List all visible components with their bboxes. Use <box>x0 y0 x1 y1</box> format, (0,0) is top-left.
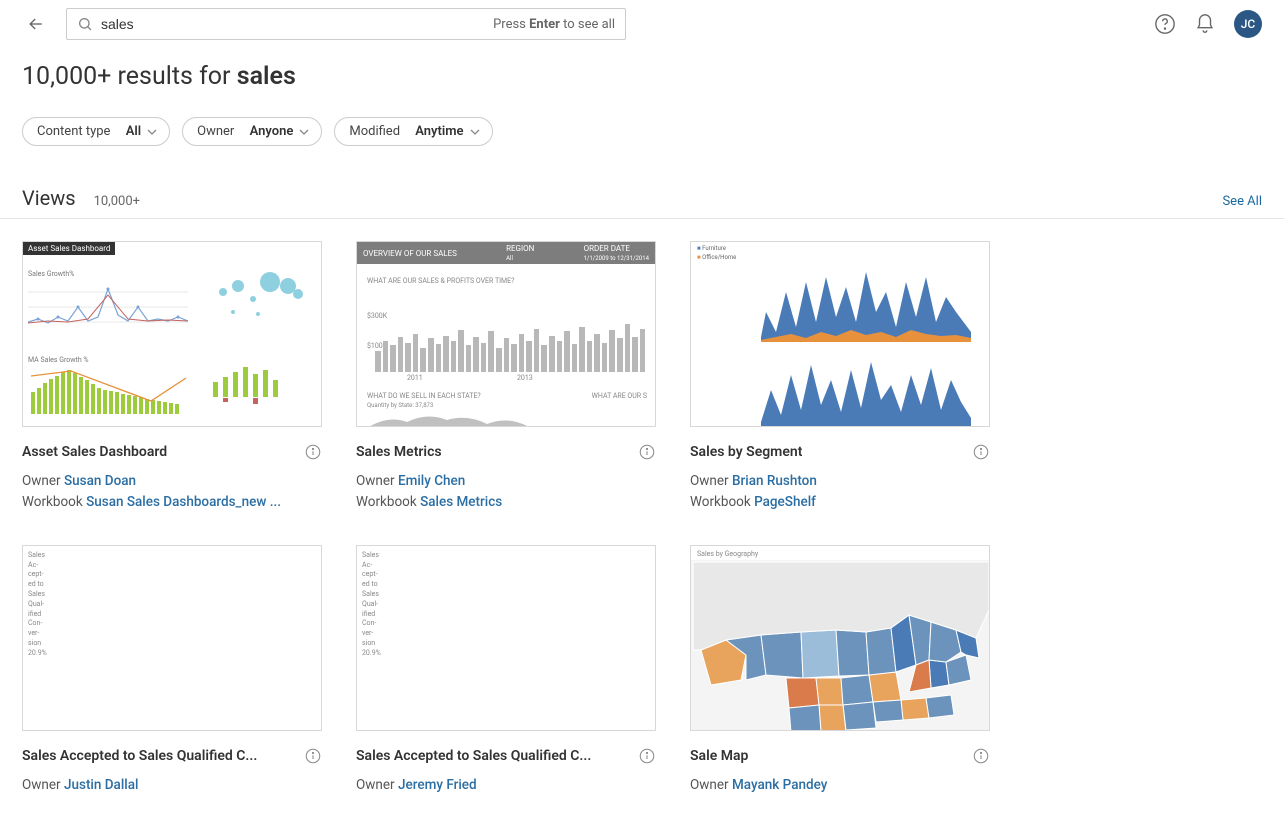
view-thumbnail[interactable]: Asset Sales Dashboard Sales Growth% MA S… <box>22 241 322 427</box>
search-input[interactable] <box>101 16 493 32</box>
thumb-header: OVERVIEW OF OUR SALES REGIONAll ORDER DA… <box>357 242 655 264</box>
chevron-down-icon <box>299 127 309 137</box>
view-thumbnail[interactable]: OVERVIEW OF OUR SALES REGIONAll ORDER DA… <box>356 241 656 427</box>
mini-area-chart-2 <box>761 350 971 427</box>
mini-bar-chart <box>31 366 191 414</box>
owner-link[interactable]: Justin Dallal <box>64 777 138 793</box>
notifications-icon[interactable] <box>1194 13 1216 35</box>
card-meta: Owner Jeremy Fried <box>356 775 656 796</box>
mini-bar-chart-2 <box>208 352 308 417</box>
info-icon[interactable] <box>972 747 990 765</box>
thumb-text: SalesAc-cept-ed toSalesQual-ifiedCon-ver… <box>362 551 381 659</box>
card-title[interactable]: Asset Sales Dashboard <box>22 444 167 460</box>
section-count: 10,000+ <box>94 194 140 209</box>
search-hint: Press Enter to see all <box>493 17 615 32</box>
info-icon[interactable] <box>972 443 990 461</box>
view-card: Sales by Geography <box>690 545 990 796</box>
header: Press Enter to see all JC <box>0 0 1284 48</box>
card-title[interactable]: Sales Metrics <box>356 444 442 460</box>
workbook-link[interactable]: Sales Metrics <box>420 494 502 510</box>
filter-owner[interactable]: Owner Anyone <box>182 117 322 146</box>
owner-link[interactable]: Jeremy Fried <box>398 777 477 793</box>
card-meta: Owner Susan Doan Workbook Susan Sales Da… <box>22 471 322 513</box>
header-actions: JC <box>1154 10 1262 38</box>
card-title[interactable]: Sales Accepted to Sales Qualified C... <box>22 748 257 764</box>
mini-area-chart <box>761 262 971 342</box>
workbook-link[interactable]: PageShelf <box>754 494 816 510</box>
card-meta: Owner Justin Dallal <box>22 775 322 796</box>
filter-modified[interactable]: Modified Anytime <box>334 117 492 146</box>
view-thumbnail[interactable]: Sales by Geography <box>690 545 990 731</box>
owner-link[interactable]: Mayank Pandey <box>732 777 827 793</box>
owner-link[interactable]: Brian Rushton <box>732 473 817 489</box>
view-card: SalesAc-cept-ed toSalesQual-ifiedCon-ver… <box>22 545 322 796</box>
section-header: Views 10,000+ See All <box>0 156 1284 219</box>
mini-bar-chart <box>375 302 645 372</box>
view-thumbnail[interactable]: ■ Furniture ■ Office/Home <box>690 241 990 427</box>
mini-map <box>367 410 547 427</box>
chevron-down-icon <box>147 127 157 137</box>
card-title[interactable]: Sale Map <box>690 748 748 764</box>
help-icon[interactable] <box>1154 13 1176 35</box>
card-title[interactable]: Sales by Segment <box>690 444 802 460</box>
mini-scatter-chart <box>198 264 313 329</box>
info-icon[interactable] <box>304 443 322 461</box>
view-card: ■ Furniture ■ Office/Home Sales by Segme… <box>690 241 990 513</box>
filter-content-type[interactable]: Content type All <box>22 117 170 146</box>
info-icon[interactable] <box>638 443 656 461</box>
owner-link[interactable]: Susan Doan <box>64 473 136 489</box>
view-thumbnail[interactable]: SalesAc-cept-ed toSalesQual-ifiedCon-ver… <box>356 545 656 731</box>
info-icon[interactable] <box>638 747 656 765</box>
card-meta: Owner Brian Rushton Workbook PageShelf <box>690 471 990 513</box>
view-card: Asset Sales Dashboard Sales Growth% MA S… <box>22 241 322 513</box>
mini-map-chart <box>691 560 990 731</box>
thumb-banner: Asset Sales Dashboard <box>23 242 115 255</box>
view-thumbnail[interactable]: SalesAc-cept-ed toSalesQual-ifiedCon-ver… <box>22 545 322 731</box>
results-heading: 10,000+ results for sales <box>0 48 1284 99</box>
card-meta: Owner Mayank Pandey <box>690 775 990 796</box>
view-card: OVERVIEW OF OUR SALES REGIONAll ORDER DA… <box>356 241 656 513</box>
card-meta: Owner Emily Chen Workbook Sales Metrics <box>356 471 656 513</box>
avatar[interactable]: JC <box>1234 10 1262 38</box>
filters-row: Content type All Owner Anyone Modified A… <box>0 99 1284 156</box>
owner-link[interactable]: Emily Chen <box>398 473 465 489</box>
chevron-down-icon <box>470 127 480 137</box>
results-grid: Asset Sales Dashboard Sales Growth% MA S… <box>0 219 1284 818</box>
search-field[interactable]: Press Enter to see all <box>66 8 626 40</box>
info-icon[interactable] <box>304 747 322 765</box>
see-all-link[interactable]: See All <box>1222 194 1262 209</box>
view-card: SalesAc-cept-ed toSalesQual-ifiedCon-ver… <box>356 545 656 796</box>
search-icon <box>77 16 93 32</box>
section-title: Views <box>22 186 76 210</box>
thumb-text: SalesAc-cept-ed toSalesQual-ifiedCon-ver… <box>28 551 47 659</box>
workbook-link[interactable]: Susan Sales Dashboards_new ... <box>86 494 281 510</box>
back-button[interactable] <box>22 10 50 38</box>
card-title[interactable]: Sales Accepted to Sales Qualified C... <box>356 748 591 764</box>
mini-line-chart <box>28 277 188 337</box>
